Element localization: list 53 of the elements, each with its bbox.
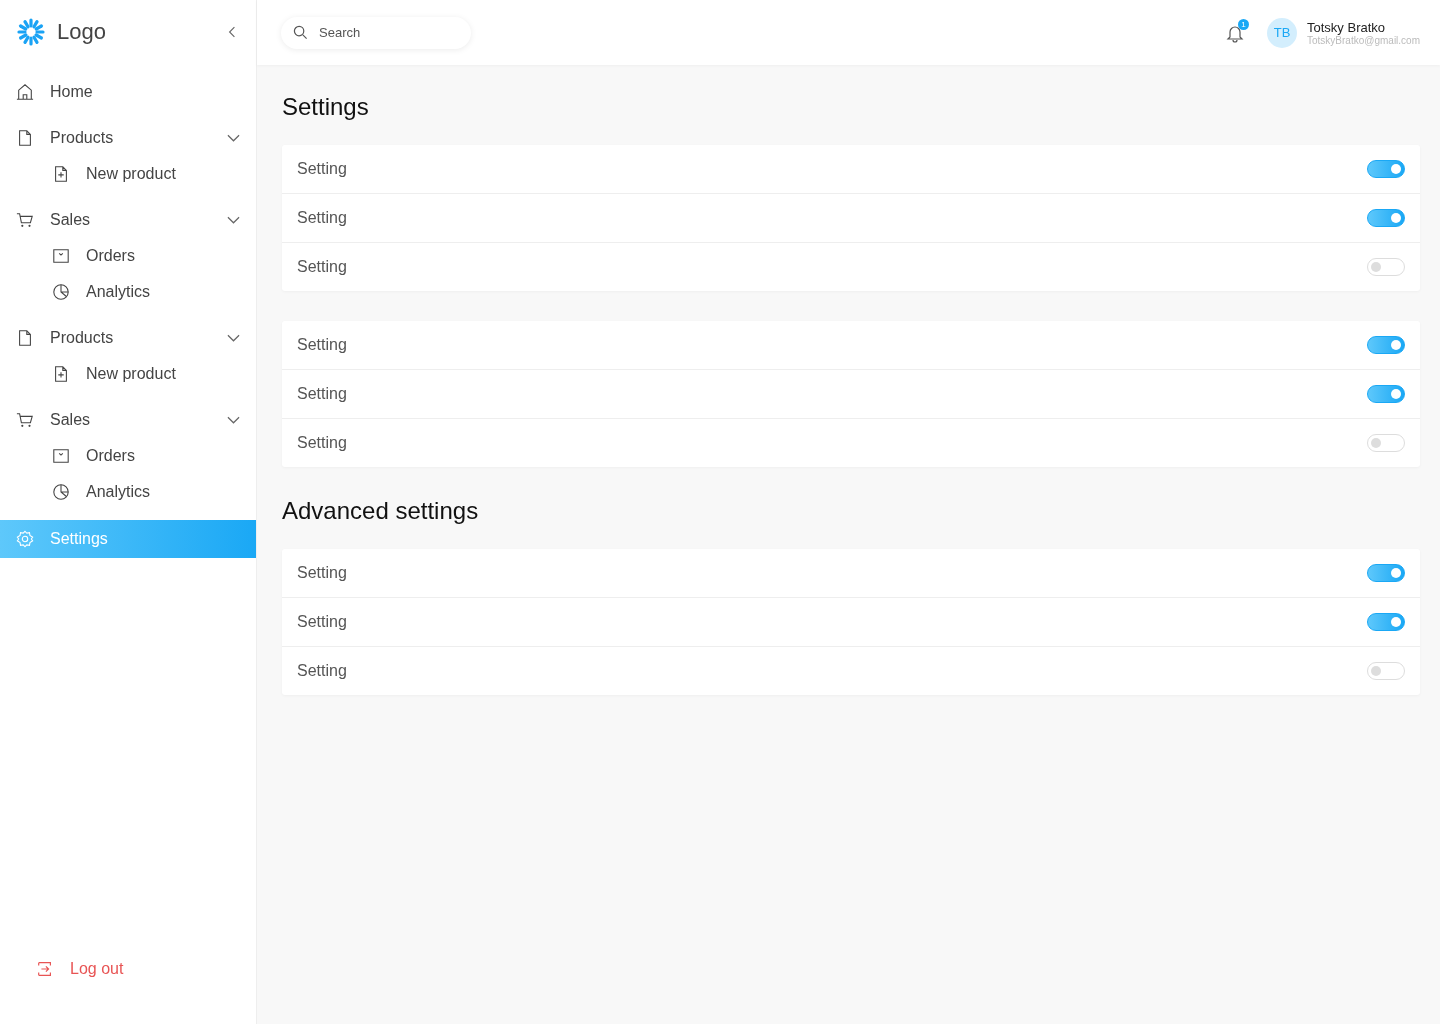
sidebar-item[interactable]: Sales bbox=[0, 402, 256, 438]
inbox-icon bbox=[52, 447, 70, 465]
setting-label: Setting bbox=[297, 434, 347, 452]
setting-label: Setting bbox=[297, 258, 347, 276]
home-icon bbox=[16, 83, 34, 101]
chevron-down-icon[interactable] bbox=[227, 334, 240, 342]
pie-chart-icon bbox=[52, 283, 70, 301]
chevron-down-icon[interactable] bbox=[227, 134, 240, 142]
chevron-down-icon[interactable] bbox=[227, 416, 240, 424]
cart-icon bbox=[16, 211, 34, 229]
setting-label: Setting bbox=[297, 662, 347, 680]
sidebar-item[interactable]: Products bbox=[0, 120, 256, 156]
add-document-icon bbox=[52, 365, 70, 383]
sidebar-subitem[interactable]: Analytics bbox=[0, 274, 256, 310]
sidebar-subitem[interactable]: Orders bbox=[0, 438, 256, 474]
sidebar-subitem[interactable]: Orders bbox=[0, 238, 256, 274]
toggle-switch[interactable] bbox=[1367, 160, 1405, 178]
notification-count: 1 bbox=[1238, 18, 1250, 30]
setting-label: Setting bbox=[297, 209, 347, 227]
setting-label: Setting bbox=[297, 336, 347, 354]
add-document-icon bbox=[52, 165, 70, 183]
sidebar-item[interactable]: Products bbox=[0, 320, 256, 356]
toggle-switch[interactable] bbox=[1367, 336, 1405, 354]
document-icon bbox=[16, 129, 34, 147]
sidebar-subitem[interactable]: New product bbox=[0, 156, 256, 192]
logo-text: Logo bbox=[57, 19, 107, 45]
toggle-switch[interactable] bbox=[1367, 613, 1405, 631]
sunburst-logo-icon bbox=[15, 16, 47, 48]
logout-icon bbox=[36, 960, 54, 978]
sidebar-subitem[interactable]: Analytics bbox=[0, 474, 256, 510]
cart-icon bbox=[16, 411, 34, 429]
toggle-switch[interactable] bbox=[1367, 385, 1405, 403]
settings-icon bbox=[16, 530, 34, 548]
sidebar-item[interactable]: Sales bbox=[0, 202, 256, 238]
section-title: Settings bbox=[282, 93, 370, 121]
sidebar-item[interactable]: Home bbox=[0, 74, 256, 110]
pie-chart-icon bbox=[52, 483, 70, 501]
toggle-switch[interactable] bbox=[1367, 209, 1405, 227]
setting-label: Setting bbox=[297, 385, 347, 403]
toggle-switch[interactable] bbox=[1367, 564, 1405, 582]
inbox-icon bbox=[52, 247, 70, 265]
setting-label: Setting bbox=[297, 160, 347, 178]
chevron-down-icon[interactable] bbox=[227, 216, 240, 224]
sidebar-subitem[interactable]: New product bbox=[0, 356, 256, 392]
setting-label: Setting bbox=[297, 564, 347, 582]
search-field[interactable]: Search bbox=[281, 16, 471, 49]
setting-label: Setting bbox=[297, 613, 347, 631]
chevron-left-icon[interactable] bbox=[228, 26, 236, 38]
user-email: TotskyBratko@gmail.com bbox=[1307, 34, 1420, 46]
section-title: Advanced settings bbox=[282, 497, 480, 525]
logout-link[interactable]: Log out bbox=[36, 960, 256, 978]
user-name: Totsky Bratko bbox=[1307, 19, 1387, 35]
document-icon bbox=[16, 329, 34, 347]
